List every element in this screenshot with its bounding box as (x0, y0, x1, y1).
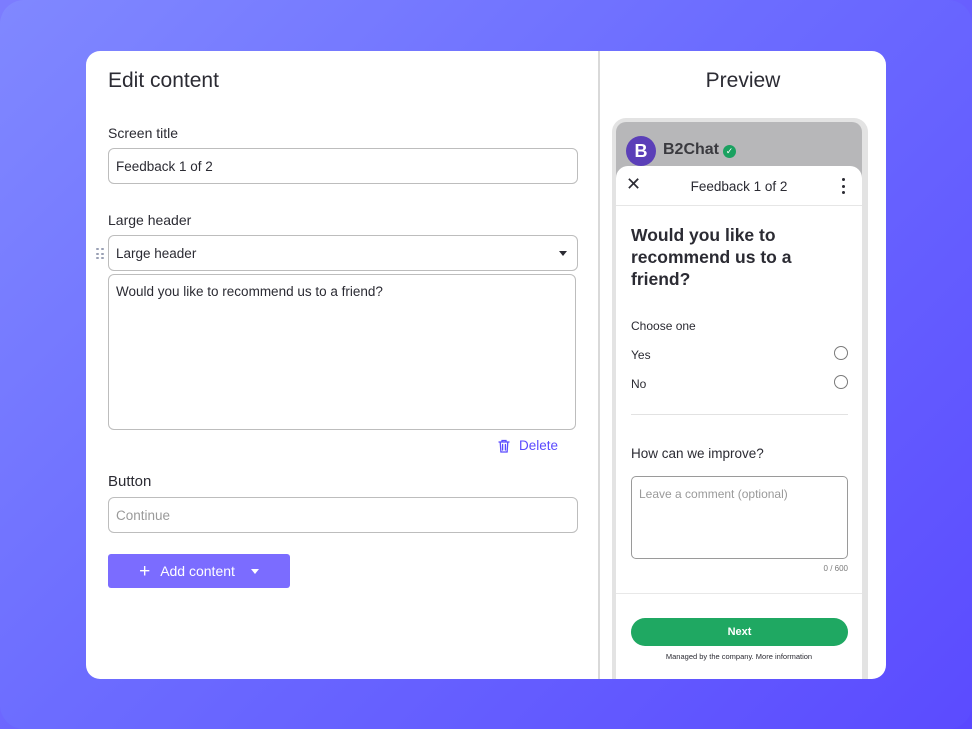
sheet-header: ✕ Feedback 1 of 2 (616, 166, 862, 206)
large-header-select-value: Large header (116, 245, 197, 261)
brand-name: B2Chat (663, 141, 720, 158)
delete-button[interactable]: Delete (498, 438, 558, 453)
drag-handle-icon[interactable] (96, 248, 104, 260)
button-text-input[interactable]: Continue (108, 497, 578, 533)
character-counter: 0 / 600 (823, 564, 848, 573)
plus-icon: + (139, 560, 151, 582)
large-header-label: Large header (108, 212, 192, 228)
edit-content-panel: Edit content Screen title Feedback 1 of … (86, 51, 598, 679)
sheet-title: Feedback 1 of 2 (690, 179, 788, 194)
add-content-label: Add content (160, 563, 235, 579)
managed-by-text[interactable]: Managed by the company. More information (616, 652, 862, 661)
trash-icon (498, 439, 510, 453)
option-label: No (631, 377, 647, 391)
button-label: Button (108, 473, 152, 490)
next-button[interactable]: Next (631, 618, 848, 646)
large-header-select[interactable]: Large header (108, 235, 578, 271)
brand-logo: B (626, 136, 656, 166)
option-yes[interactable]: Yes (631, 346, 848, 362)
section-divider (631, 414, 848, 415)
chevron-down-icon (250, 568, 259, 574)
option-no[interactable]: No (631, 375, 848, 391)
preview-panel: Preview B B2Chat ✓ ✕ Feedback 1 of 2 Wou… (600, 51, 886, 679)
comment-textarea[interactable]: Leave a comment (optional) (631, 476, 848, 559)
improve-label: How can we improve? (631, 446, 764, 461)
footer-divider (616, 593, 862, 594)
large-header-textarea[interactable]: Would you like to recommend us to a frie… (108, 274, 576, 430)
more-options-icon[interactable] (842, 178, 846, 194)
verified-badge-icon: ✓ (723, 145, 736, 158)
delete-label: Delete (519, 438, 559, 453)
screen-title-input[interactable]: Feedback 1 of 2 (108, 148, 578, 184)
preview-title: Preview (705, 69, 781, 92)
editor-card: Edit content Screen title Feedback 1 of … (86, 51, 886, 679)
add-content-button[interactable]: + Add content (108, 554, 290, 588)
screen-title-label: Screen title (108, 125, 179, 141)
radio-button[interactable] (834, 346, 848, 360)
option-label: Yes (631, 348, 651, 362)
flow-sheet: ✕ Feedback 1 of 2 Would you like to reco… (616, 166, 862, 679)
phone-frame: B B2Chat ✓ ✕ Feedback 1 of 2 Would you l… (612, 118, 868, 679)
edit-content-title: Edit content (108, 69, 219, 92)
question-heading: Would you like to recommend us to a frie… (631, 225, 792, 289)
choose-one-label: Choose one (631, 319, 696, 333)
radio-button[interactable] (834, 375, 848, 389)
chevron-down-icon (559, 251, 567, 256)
